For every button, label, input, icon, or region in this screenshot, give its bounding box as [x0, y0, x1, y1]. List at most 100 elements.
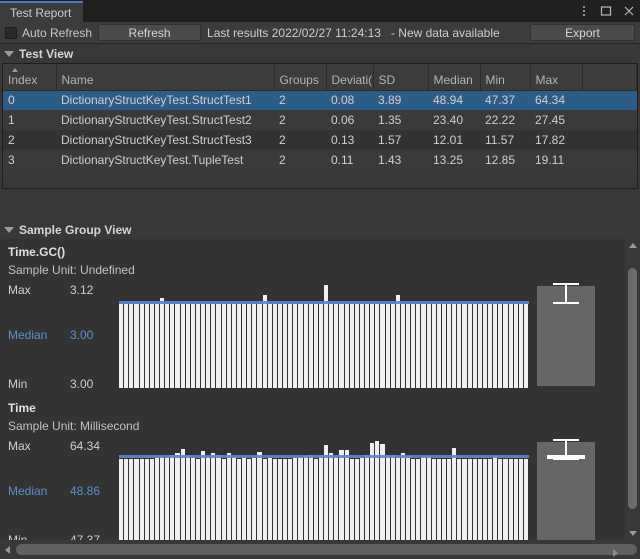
bar: [472, 458, 477, 540]
kebab-menu-icon[interactable]: [578, 4, 590, 18]
bar: [185, 304, 190, 388]
group-chart-0[interactable]: [113, 283, 625, 388]
resize-grip-icon[interactable]: [613, 549, 618, 557]
group-stats: Max 3.12 Median 3.00 Min 3.00: [8, 283, 113, 391]
bar: [416, 458, 421, 540]
table-header-row: Index Name Groups Deviati( SD Median Min…: [3, 64, 637, 91]
stat-min: Min 3.00: [8, 377, 93, 391]
column-header-max[interactable]: Max: [530, 64, 583, 91]
scroll-left-arrow-icon[interactable]: [5, 546, 10, 554]
table-row[interactable]: 2 DictionaryStructKeyTest.StructTest3 2 …: [3, 130, 637, 150]
bar: [354, 304, 359, 388]
cell-index: 3: [3, 150, 56, 170]
auto-refresh-checkbox[interactable]: [5, 26, 17, 39]
column-header-name[interactable]: Name: [56, 64, 275, 91]
table-row[interactable]: 3 DictionaryStructKeyTest.TupleTest 2 0.…: [3, 150, 637, 170]
test-view-foldout-label: Test View: [19, 46, 74, 61]
bar: [457, 304, 462, 388]
bar: [518, 304, 523, 388]
bar: [400, 304, 405, 388]
cell-deviation: 0.11: [326, 150, 373, 170]
vertical-scroll-thumb[interactable]: [628, 268, 637, 509]
column-header-median[interactable]: Median: [428, 64, 481, 91]
bar: [262, 294, 267, 388]
bar: [400, 453, 405, 540]
bar: [160, 457, 165, 540]
bar: [216, 454, 221, 540]
cell-spare: [582, 150, 637, 170]
bar: [365, 304, 370, 388]
group-chart-1[interactable]: [113, 439, 625, 540]
bar: [313, 304, 318, 388]
bar: [482, 458, 487, 540]
bar: [493, 456, 498, 540]
bar: [518, 458, 523, 540]
bar: [129, 304, 134, 388]
refresh-button[interactable]: Refresh: [98, 24, 202, 41]
bar: [329, 453, 334, 540]
boxplot-cap-high: [553, 439, 579, 442]
scroll-up-arrow-icon[interactable]: [629, 243, 637, 248]
column-header-min[interactable]: Min: [480, 64, 531, 91]
bar: [144, 458, 149, 540]
column-header-spare[interactable]: [582, 64, 637, 91]
stat-max-label: Max: [8, 439, 31, 453]
cell-median: 12.01: [428, 130, 480, 150]
export-button[interactable]: Export: [530, 24, 635, 41]
cell-index: 0: [3, 90, 56, 110]
test-view-foldout[interactable]: Test View: [0, 44, 640, 63]
triangle-down-icon: [4, 226, 14, 233]
bar: [267, 458, 272, 540]
scroll-down-arrow-icon[interactable]: [629, 531, 637, 536]
column-header-index[interactable]: Index: [3, 64, 57, 91]
cell-max: 19.11: [530, 150, 582, 170]
tab-test-report[interactable]: Test Report: [0, 1, 84, 22]
sample-group-view-foldout[interactable]: Sample Group View: [0, 220, 640, 239]
close-icon[interactable]: [622, 4, 636, 18]
bar: [426, 455, 431, 540]
cell-min: 12.85: [480, 150, 530, 170]
vertical-scrollbar[interactable]: [625, 239, 640, 540]
stat-min-value: 47.37: [70, 533, 101, 540]
bar: [267, 304, 272, 388]
stat-max-value: 64.34: [70, 439, 101, 453]
column-header-groups[interactable]: Groups: [274, 64, 327, 91]
bar: [467, 458, 472, 540]
cell-index: 1: [3, 110, 56, 130]
test-view-table-container[interactable]: Index Name Groups Deviati( SD Median Min…: [2, 63, 638, 189]
stat-min-value: 3.00: [70, 377, 94, 391]
bar: [477, 458, 482, 540]
horizontal-scroll-thumb[interactable]: [16, 544, 637, 555]
table-row[interactable]: 0 DictionaryStructKeyTest.StructTest1 2 …: [3, 90, 637, 110]
bar: [165, 304, 170, 388]
bar: [370, 304, 375, 388]
bar: [124, 458, 129, 540]
cell-name: DictionaryStructKeyTest.StructTest3: [56, 130, 274, 150]
bar: [334, 456, 339, 540]
tab-label: Test Report: [10, 5, 72, 20]
table-row[interactable]: 1 DictionaryStructKeyTest.StructTest2 2 …: [3, 110, 637, 130]
bar: [395, 456, 400, 540]
bar: [262, 458, 267, 540]
bar: [508, 304, 513, 388]
column-header-deviation[interactable]: Deviati(: [326, 64, 374, 91]
bar: [482, 304, 487, 388]
column-header-sd[interactable]: SD: [373, 64, 429, 91]
maximize-icon[interactable]: [599, 4, 613, 18]
bar: [339, 450, 344, 540]
group-unit: Sample Unit: Millisecond: [8, 419, 140, 433]
bar: [283, 458, 288, 540]
stat-max: Max 3.12: [8, 283, 93, 297]
bar: [139, 304, 144, 388]
horizontal-scrollbar[interactable]: [0, 540, 640, 559]
stat-median-value: 48.86: [70, 484, 101, 498]
bar: [247, 458, 252, 540]
bar: [252, 304, 257, 388]
auto-refresh-toggle[interactable]: Auto Refresh: [5, 26, 92, 40]
vertical-scroll-track[interactable]: [625, 252, 640, 527]
bar: [365, 455, 370, 540]
stat-max-label: Max: [8, 283, 31, 297]
bar: [283, 304, 288, 388]
cell-name: DictionaryStructKeyTest.StructTest2: [56, 110, 274, 130]
bar: [462, 458, 467, 540]
